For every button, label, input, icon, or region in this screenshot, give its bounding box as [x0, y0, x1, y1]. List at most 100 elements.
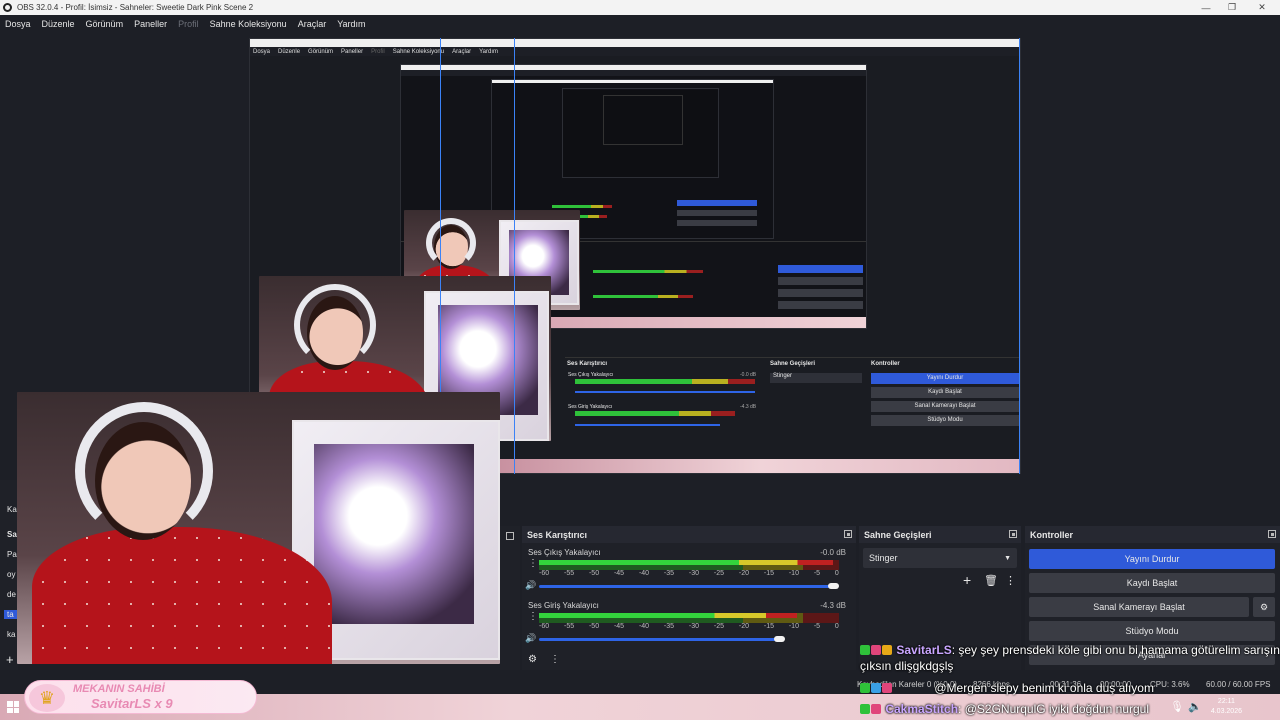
- stub-text-5: de: [7, 590, 16, 599]
- speaker-icon[interactable]: 🔊: [525, 633, 536, 644]
- add-scene-icon[interactable]: +: [6, 652, 14, 667]
- chat-badge-icon: [860, 683, 870, 693]
- transitions-title: Sahne Geçişleri: [864, 529, 932, 540]
- obs-window: OBS 32.0.4 - Profil: İsimsiz - Sahneler:…: [0, 0, 1280, 720]
- crown-icon: ♛: [29, 684, 65, 712]
- volume-knob[interactable]: [774, 636, 785, 642]
- vcam-settings-icon[interactable]: ⚙: [1253, 597, 1275, 617]
- chat-message: @Mergen slepy benim ki onla duş alıyom: [860, 680, 1280, 696]
- windows-start-icon[interactable]: [7, 701, 19, 713]
- webcam-dock-edge: [500, 526, 520, 670]
- mixer-settings-icon[interactable]: ⚙: [528, 654, 537, 665]
- heart-badge-icon: [871, 645, 881, 655]
- nested-mic-db: -4.3 dB: [740, 404, 757, 410]
- menu-scene-collection[interactable]: Sahne Koleksiyonu: [210, 19, 287, 29]
- scenes-sources-stub: Ka Sa Pa oy de ta ka +: [0, 480, 18, 670]
- stub-text-7: ka: [7, 630, 16, 639]
- chat-user: SavitarLS: [896, 643, 952, 657]
- menu-bar: Dosya Düzenle Görünüm Paneller Profil Sa…: [0, 15, 1280, 33]
- menu-docks[interactable]: Paneller: [134, 19, 167, 29]
- nested-studio-button: Stüdyo Modu: [871, 415, 1019, 426]
- chat-message: CakmaStitch: @S2GNurqulG iyiki doğdun nu…: [860, 701, 1280, 717]
- start-virtual-camera-button[interactable]: Sanal Kamerayı Başlat: [1029, 597, 1249, 617]
- heart-badge-icon: [882, 683, 892, 693]
- stub-text-4: oy: [7, 570, 16, 579]
- window-title: OBS 32.0.4 - Profil: İsimsiz - Sahneler:…: [17, 3, 254, 12]
- controls-undock-icon[interactable]: [1268, 530, 1276, 538]
- close-button[interactable]: ✕: [1244, 0, 1280, 15]
- mixer-channel-mic: Ses Giriş Yakalayıcı -4.3 dB ⋮ -60 -55 -50…: [522, 601, 852, 651]
- channel-ticks: -60 -55 -50 -45 -40 -35 -30 -25 -20 -15 -10 -5 0: [539, 623, 839, 630]
- nested-obs-window-4: [562, 88, 719, 178]
- nested-desktop-audio: Ses Çıkış Yakalayıcı: [568, 372, 614, 378]
- speaker-icon[interactable]: 🔊: [525, 580, 536, 591]
- menu-view[interactable]: Görünüm: [86, 19, 124, 29]
- channel-db: -4.3 dB: [820, 601, 846, 610]
- mixer-undock-icon[interactable]: [844, 530, 852, 538]
- transition-menu-icon[interactable]: ⋮: [1005, 574, 1016, 587]
- nested-desktop-db: -0.0 dB: [740, 372, 757, 378]
- trash-icon[interactable]: 🗑: [984, 574, 998, 587]
- channel-name: Ses Giriş Yakalayıcı: [528, 601, 599, 610]
- volume-knob[interactable]: [828, 583, 839, 589]
- stub-text-1: Ka: [7, 505, 17, 514]
- nested-mic-audio: Ses Giriş Yakalayıcı: [568, 404, 613, 410]
- nested-mixer-title: Ses Karıştırıcı: [567, 361, 608, 367]
- channel-meter-fill: [539, 560, 833, 565]
- owner-name: SavitarLS x 9: [91, 696, 173, 711]
- chat-separator: :: [958, 702, 965, 716]
- nested-transition-select: Stinger: [770, 373, 862, 383]
- menu-edit[interactable]: Düzenle: [42, 19, 75, 29]
- chat-text: @S2GNurqulG iyiki doğdun nurgul: [964, 702, 1149, 716]
- menu-help[interactable]: Yardım: [337, 19, 365, 29]
- transitions-undock-icon[interactable]: [1009, 530, 1017, 538]
- transition-select[interactable]: Stinger ▼: [863, 548, 1017, 568]
- stub-text-2: Sa: [7, 530, 17, 539]
- menu-tools[interactable]: Araçlar: [298, 19, 327, 29]
- menu-file[interactable]: Dosya: [5, 19, 31, 29]
- chat-message: SavitarLS: şey şey prensdeki köle gibi o…: [860, 642, 1280, 674]
- mixer-menu-icon[interactable]: ⋮: [550, 654, 560, 665]
- chat-badge-icon: [860, 704, 870, 714]
- channel-menu-icon[interactable]: ⋮: [528, 559, 538, 569]
- nested-vcam-button: Sanal Kamerayı Başlat: [871, 401, 1019, 412]
- chat-badge-icon: [860, 645, 870, 655]
- title-bar: OBS 32.0.4 - Profil: İsimsiz - Sahneler:…: [0, 0, 1280, 15]
- start-record-button[interactable]: Kaydı Başlat: [1029, 573, 1275, 593]
- mixer-title: Ses Karıştırıcı: [527, 529, 588, 540]
- add-transition-icon[interactable]: +: [963, 572, 971, 588]
- transition-value: Stinger: [869, 553, 898, 563]
- menu-profile[interactable]: Profil: [178, 19, 199, 29]
- chat-badge-icon: [871, 683, 881, 693]
- nested-stop-button: Yayını Durdur: [871, 373, 1019, 384]
- controls-title: Kontroller: [1030, 529, 1074, 540]
- nested-transitions-title: Sahne Geçişleri: [770, 361, 816, 367]
- stop-stream-button[interactable]: Yayını Durdur: [1029, 549, 1275, 569]
- audio-mixer-dock: Ses Karıştırıcı Ses Çıkış Yakalayıcı -0.…: [522, 526, 856, 670]
- chat-text: şey şey prensdeki köle gibi onu bi hamam…: [958, 643, 1280, 657]
- chevron-down-icon: ▼: [1004, 554, 1011, 562]
- volume-slider[interactable]: [539, 638, 779, 641]
- sub-badge-icon: [882, 645, 892, 655]
- webcam-overlay: [17, 392, 500, 664]
- channel-meter-fill: [539, 613, 797, 618]
- chat-user: CakmaStitch: [885, 702, 959, 716]
- nested-menu-bar: Dosya Düzenle Görünüm Paneller Profil Sahne K…: [250, 47, 1020, 56]
- channel-ticks: -60 -55 -50 -45 -40 -35 -30 -25 -20 -15 -10 -5 0: [539, 570, 839, 577]
- channel-menu-icon[interactable]: ⋮: [528, 612, 538, 622]
- obs-logo-icon: [3, 3, 12, 12]
- stub-text-6[interactable]: ta: [4, 610, 17, 619]
- studio-mode-button[interactable]: Stüdyo Modu: [1029, 621, 1275, 641]
- channel-name: Ses Çıkış Yakalayıcı: [528, 548, 601, 557]
- chat-text: @Mergen slepy benim ki onla duş alıyom: [934, 681, 1154, 695]
- channel-db: -0.0 dB: [820, 548, 846, 557]
- stub-text-3: Pa: [7, 550, 17, 559]
- owner-label: MEKANIN SAHİBİ: [73, 683, 165, 695]
- nested-controls-title: Kontroller: [871, 361, 900, 367]
- undock-icon[interactable]: [506, 532, 514, 540]
- nested-record-button: Kaydı Başlat: [871, 387, 1019, 398]
- heart-badge-icon: [871, 704, 881, 714]
- chat-text-cont: çıksın dlişgkdgşlş: [860, 659, 954, 673]
- mixer-channel-desktop: Ses Çıkış Yakalayıcı -0.0 dB ⋮ -60 -55 -50…: [522, 548, 852, 598]
- volume-slider[interactable]: [539, 585, 833, 588]
